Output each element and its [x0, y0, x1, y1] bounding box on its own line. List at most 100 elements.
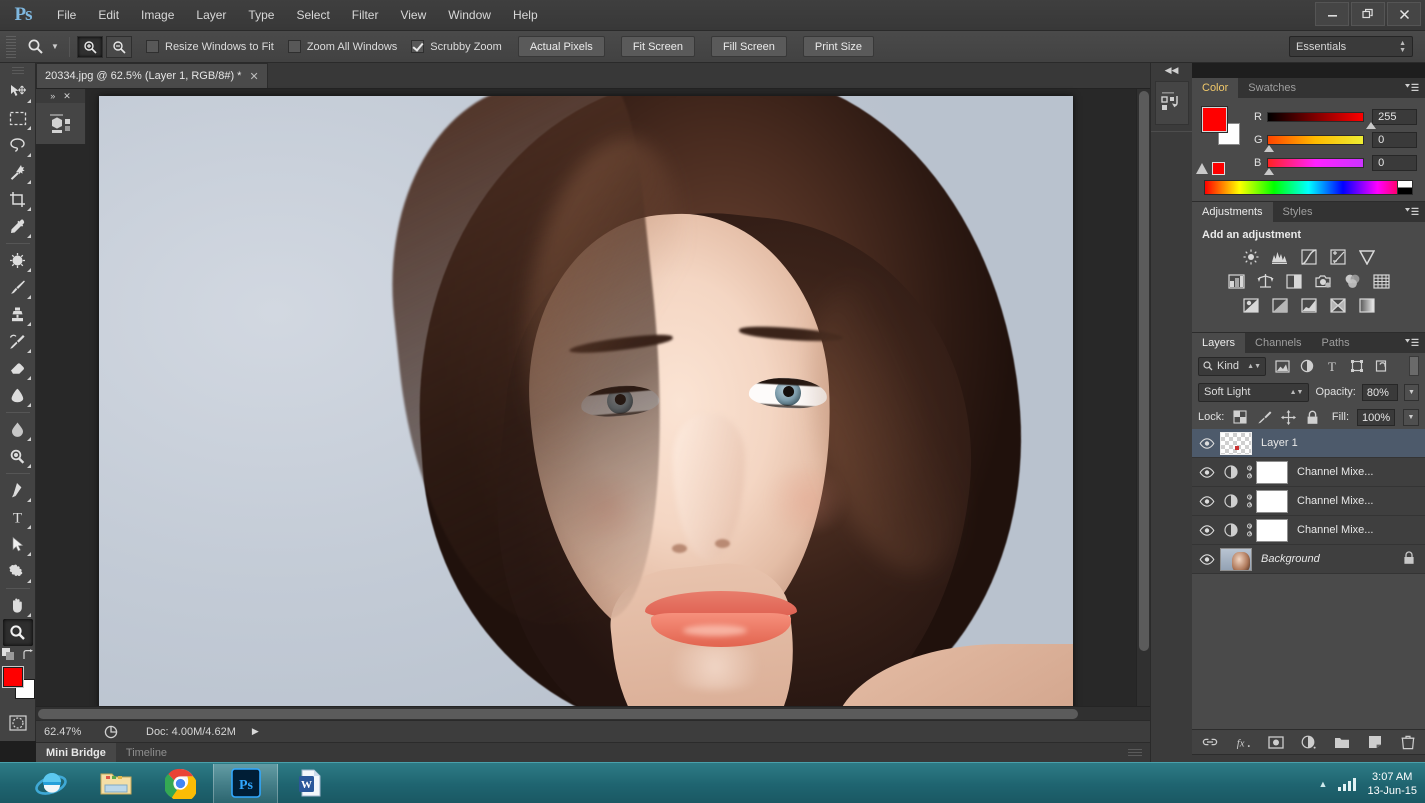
red-slider-thumb[interactable]	[1365, 121, 1376, 129]
blur-tool-icon[interactable]	[3, 416, 33, 443]
smart-object-filter-icon[interactable]	[1373, 357, 1391, 375]
scrollbar-thumb[interactable]	[38, 709, 1078, 719]
color-balance-icon[interactable]	[1254, 272, 1276, 290]
mask-link-icon[interactable]	[1242, 494, 1256, 508]
black-white-icon[interactable]	[1283, 272, 1305, 290]
add-mask-icon[interactable]	[1267, 734, 1284, 750]
lock-position-icon[interactable]	[1280, 409, 1296, 425]
blend-mode-select[interactable]: Soft Light ▲▼	[1198, 382, 1310, 402]
layer-mask-thumbnail[interactable]	[1256, 489, 1288, 513]
custom-shape-tool-icon[interactable]	[3, 558, 33, 585]
white-black-chips[interactable]	[1397, 181, 1412, 194]
red-slider[interactable]	[1266, 111, 1376, 129]
panel-menu-icon[interactable]	[1404, 337, 1420, 349]
mask-link-icon[interactable]	[1242, 465, 1256, 479]
layer-visibility-eye-icon[interactable]	[1194, 466, 1220, 478]
new-adjustment-icon[interactable]	[1301, 734, 1317, 750]
menu-file[interactable]: File	[46, 0, 87, 31]
channel-mixer-layer-icon[interactable]	[1220, 493, 1242, 509]
minimize-button[interactable]	[1315, 2, 1349, 26]
tab-timeline[interactable]: Timeline	[116, 743, 177, 764]
curves-icon[interactable]	[1298, 248, 1320, 266]
channel-mixer-layer-icon[interactable]	[1220, 464, 1242, 480]
layer-name[interactable]: Channel Mixe...	[1297, 495, 1373, 507]
invert-icon[interactable]	[1240, 296, 1262, 314]
canvas-vertical-scrollbar[interactable]	[1136, 89, 1150, 720]
color-spectrum-ramp[interactable]	[1204, 180, 1413, 195]
layer-thumbnail[interactable]	[1220, 431, 1252, 455]
mask-link-icon[interactable]	[1242, 523, 1256, 537]
quick-mask-icon[interactable]	[3, 709, 33, 736]
tab-layers[interactable]: Layers	[1192, 333, 1246, 353]
move-tool-icon[interactable]	[3, 78, 33, 105]
tools-panel-grip[interactable]	[11, 67, 24, 75]
gradient-tool-icon[interactable]	[3, 382, 33, 409]
gamut-substitute-color-chip[interactable]	[1212, 162, 1225, 175]
tab-channels[interactable]: Channels	[1245, 333, 1312, 353]
fit-screen-button[interactable]: Fit Screen	[620, 36, 695, 57]
lasso-tool-icon[interactable]	[3, 132, 33, 159]
hue-saturation-icon[interactable]	[1225, 272, 1247, 290]
gradient-map-icon[interactable]	[1356, 296, 1378, 314]
menu-layer[interactable]: Layer	[185, 0, 237, 31]
brush-tool-icon[interactable]	[3, 274, 33, 301]
tab-styles[interactable]: Styles	[1272, 202, 1323, 222]
layer-mask-thumbnail[interactable]	[1256, 518, 1288, 542]
tab-swatches[interactable]: Swatches	[1238, 78, 1306, 98]
layer-visibility-eye-icon[interactable]	[1194, 437, 1220, 449]
foreground-color-chip[interactable]	[1201, 106, 1228, 133]
taskbar-item-internet-explorer[interactable]	[18, 764, 83, 803]
mini-bridge-icon-body[interactable]	[36, 103, 85, 144]
tool-preset-chevron-down-icon[interactable]: ▼	[48, 34, 62, 60]
table-row[interactable]: Channel Mixe...	[1192, 458, 1425, 487]
lock-image-icon[interactable]	[1256, 409, 1272, 425]
fill-field[interactable]: 100%	[1357, 408, 1395, 426]
selective-color-icon[interactable]	[1327, 296, 1349, 314]
eraser-tool-icon[interactable]	[3, 355, 33, 382]
zoom-level[interactable]: 62.47%	[36, 726, 98, 738]
foreground-color-swatch[interactable]	[1, 666, 24, 688]
type-tool-icon[interactable]: T	[3, 504, 33, 531]
scrubby-zoom-checkbox[interactable]	[411, 40, 425, 53]
green-slider-thumb[interactable]	[1263, 144, 1274, 152]
red-value-field[interactable]: 255	[1372, 108, 1417, 125]
layer-visibility-eye-icon[interactable]	[1194, 553, 1220, 565]
zoom-all-windows-checkbox-group[interactable]: Zoom All Windows	[287, 40, 397, 53]
exposure-icon[interactable]	[1327, 248, 1349, 266]
eyedropper-tool-icon[interactable]	[3, 213, 33, 240]
lock-transparency-icon[interactable]	[1232, 409, 1248, 425]
color-lookup-icon[interactable]	[1370, 272, 1392, 290]
taskbar-item-photoshop[interactable]: Ps	[213, 763, 278, 803]
show-hidden-icons-arrow-icon[interactable]: ▲	[1319, 779, 1328, 789]
document-tab[interactable]: 20334.jpg @ 62.5% (Layer 1, RGB/8#) * ✕	[36, 63, 268, 88]
magic-wand-tool-icon[interactable]	[3, 159, 33, 186]
close-button[interactable]	[1387, 2, 1421, 26]
table-row[interactable]: Channel Mixe...	[1192, 516, 1425, 545]
table-row[interactable]: Channel Mixe...	[1192, 487, 1425, 516]
blue-value-field[interactable]: 0	[1372, 154, 1417, 171]
menu-select[interactable]: Select	[285, 0, 340, 31]
lock-icon[interactable]	[1403, 550, 1415, 568]
spot-healing-brush-tool-icon[interactable]	[3, 247, 33, 274]
blue-slider-thumb[interactable]	[1263, 167, 1274, 175]
hand-tool-icon[interactable]	[3, 592, 33, 619]
print-size-button[interactable]: Print Size	[802, 36, 874, 57]
expand-panel-icon[interactable]: »	[50, 91, 55, 101]
layer-visibility-eye-icon[interactable]	[1194, 524, 1220, 536]
clone-stamp-tool-icon[interactable]	[3, 301, 33, 328]
scrubby-zoom-checkbox-group[interactable]: Scrubby Zoom	[411, 40, 502, 53]
zoom-in-button[interactable]	[77, 35, 103, 58]
filter-enable-toggle[interactable]	[1409, 356, 1419, 376]
menu-image[interactable]: Image	[130, 0, 185, 31]
layer-mask-thumbnail[interactable]	[1256, 460, 1288, 484]
layer-style-fx-icon[interactable]: fx	[1235, 734, 1251, 750]
opacity-field[interactable]: 80%	[1361, 383, 1398, 401]
resize-windows-checkbox-group[interactable]: Resize Windows to Fit	[146, 40, 274, 53]
rectangular-marquee-tool-icon[interactable]	[3, 105, 33, 132]
close-icon[interactable]: ✕	[63, 91, 71, 102]
pixel-filter-icon[interactable]	[1273, 357, 1291, 375]
layer-name[interactable]: Background	[1261, 553, 1320, 565]
pen-tool-icon[interactable]	[3, 477, 33, 504]
layer-filter-kind-select[interactable]: Kind ▲▼	[1198, 356, 1266, 376]
workspace-selector[interactable]: Essentials ▲ ▼	[1289, 36, 1413, 57]
